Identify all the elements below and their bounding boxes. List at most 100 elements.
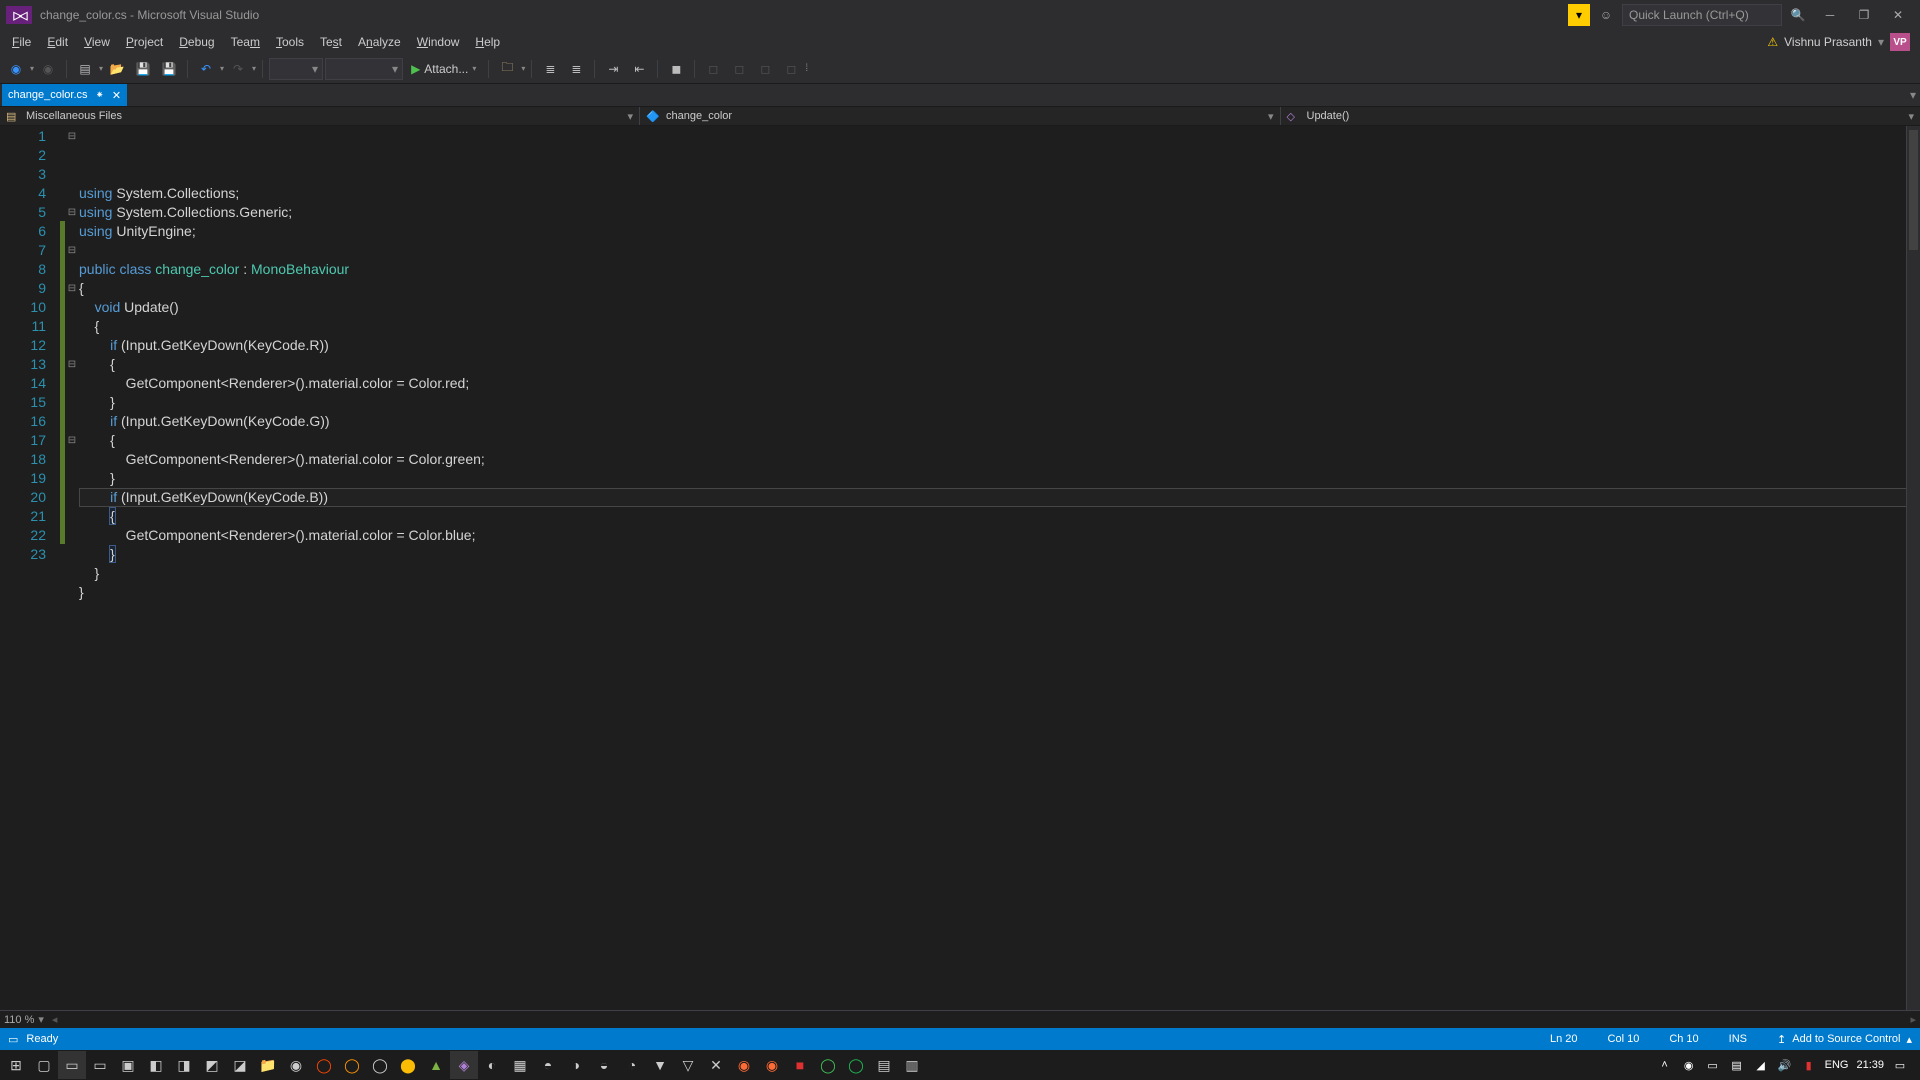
action-center-icon[interactable]: ▭ <box>1892 1059 1908 1072</box>
taskbar-app[interactable]: ◓ <box>534 1051 562 1079</box>
battery-icon[interactable]: ▮ <box>1801 1059 1817 1072</box>
taskbar-app[interactable]: ◯ <box>814 1051 842 1079</box>
new-project-button[interactable]: ▤ <box>73 57 97 81</box>
wifi-icon[interactable]: ◢ <box>1753 1059 1769 1072</box>
taskbar-app[interactable]: ▥ <box>898 1051 926 1079</box>
taskbar-app[interactable]: ⬤ <box>394 1051 422 1079</box>
taskbar-app[interactable]: ◩ <box>198 1051 226 1079</box>
menu-analyze[interactable]: Analyze <box>350 33 409 51</box>
taskbar-app[interactable]: ◒ <box>590 1051 618 1079</box>
menu-edit[interactable]: Edit <box>39 33 76 51</box>
uncomment-button[interactable]: ≣ <box>564 57 588 81</box>
taskbar-app[interactable]: ✕ <box>702 1051 730 1079</box>
zoom-dd-icon[interactable]: ▾ <box>38 1013 44 1026</box>
maximize-button[interactable]: ❐ <box>1848 2 1880 28</box>
redo-dd-icon[interactable]: ▾ <box>252 64 256 73</box>
code-content[interactable]: using System.Collections;using System.Co… <box>79 126 1920 1010</box>
document-tab[interactable]: change_color.cs ⁕ ✕ <box>2 84 127 106</box>
source-control-button[interactable]: Add to Source Control <box>1792 1033 1900 1045</box>
new-project-dd-icon[interactable]: ▾ <box>99 64 103 73</box>
taskbar-app[interactable]: ◉ <box>282 1051 310 1079</box>
menu-tools[interactable]: Tools <box>268 33 312 51</box>
nav-class-combo[interactable]: 🔷 change_color ▾ <box>640 107 1281 125</box>
taskbar-app[interactable]: ◔ <box>618 1051 646 1079</box>
save-all-button[interactable]: 💾 <box>157 57 181 81</box>
redo-button[interactable]: ↷ <box>226 57 250 81</box>
taskbar-app[interactable]: ▲ <box>422 1051 450 1079</box>
tab-close-button[interactable]: ✕ <box>112 89 121 102</box>
task-view-button[interactable]: ▢ <box>30 1051 58 1079</box>
tray-icon[interactable]: ▭ <box>1705 1059 1721 1072</box>
publish-icon[interactable]: ↥ <box>1777 1033 1786 1046</box>
prev-bookmark-button[interactable]: ◻ <box>727 57 751 81</box>
indent-button[interactable]: ⇥ <box>601 57 625 81</box>
nav-forward-button[interactable]: ◉ <box>36 57 60 81</box>
warning-icon[interactable]: ⚠ <box>1767 35 1778 49</box>
toolbar-overflow-icon[interactable]: ⁞ <box>805 63 808 74</box>
minimize-button[interactable]: ─ <box>1814 2 1846 28</box>
vertical-scrollbar[interactable]: ↕ <box>1906 126 1920 1010</box>
menu-file[interactable]: File <box>4 33 39 51</box>
nav-back-dd-icon[interactable]: ▾ <box>30 64 34 73</box>
taskbar-app[interactable]: ◪ <box>226 1051 254 1079</box>
taskbar-app[interactable]: ◯ <box>338 1051 366 1079</box>
next-bookmark-button[interactable]: ◻ <box>753 57 777 81</box>
taskbar-app[interactable]: ◯ <box>310 1051 338 1079</box>
menu-test[interactable]: Test <box>312 33 350 51</box>
taskbar-app[interactable]: ◉ <box>758 1051 786 1079</box>
close-button[interactable]: ✕ <box>1882 2 1914 28</box>
outlining-margin[interactable]: ⊟⊟⊟⊟⊟⊟ <box>65 126 79 1010</box>
scc-dd-icon[interactable]: ▴ <box>1906 1033 1912 1046</box>
tray-clock[interactable]: 21:39 <box>1856 1059 1884 1071</box>
nav-back-button[interactable]: ◉ <box>4 57 28 81</box>
comment-button[interactable]: ≣ <box>538 57 562 81</box>
menu-debug[interactable]: Debug <box>171 33 222 51</box>
solution-config-combo[interactable]: ▾ <box>269 58 323 80</box>
menu-view[interactable]: View <box>76 33 118 51</box>
menu-window[interactable]: Window <box>409 33 468 51</box>
save-button[interactable]: 💾 <box>131 57 155 81</box>
taskbar-app[interactable]: ■ <box>786 1051 814 1079</box>
tray-icon[interactable]: ▤ <box>1729 1059 1745 1072</box>
feedback-button[interactable]: ☺ <box>1592 4 1620 26</box>
start-button[interactable]: ⊞ <box>2 1051 30 1079</box>
taskbar-app[interactable]: ◐ <box>478 1051 506 1079</box>
taskbar-app[interactable]: ▭ <box>58 1051 86 1079</box>
taskbar-app[interactable]: ▤ <box>870 1051 898 1079</box>
tray-chevron-icon[interactable]: ˄ <box>1657 1059 1673 1071</box>
menu-team[interactable]: Team <box>223 33 268 51</box>
taskbar-app[interactable]: ▽ <box>674 1051 702 1079</box>
find-dd-icon[interactable]: ▾ <box>521 64 525 73</box>
nav-member-combo[interactable]: ◇ Update() ▾ <box>1281 107 1920 125</box>
taskbar-app[interactable]: ◯ <box>842 1051 870 1079</box>
outdent-button[interactable]: ⇤ <box>627 57 651 81</box>
taskbar-app[interactable]: 📁 <box>254 1051 282 1079</box>
notifications-button[interactable]: ▾ <box>1568 4 1590 26</box>
bookmark-button[interactable]: ◼ <box>664 57 688 81</box>
menu-help[interactable]: Help <box>467 33 508 51</box>
h-scroll-left-icon[interactable]: ◂ <box>52 1013 58 1026</box>
zoom-level[interactable]: 110 % <box>4 1014 34 1026</box>
user-dropdown-icon[interactable]: ▾ <box>1878 35 1884 49</box>
open-file-button[interactable]: 📂 <box>105 57 129 81</box>
clear-bookmarks-button[interactable]: ◻ <box>779 57 803 81</box>
tray-icon[interactable]: ◉ <box>1681 1059 1697 1072</box>
quick-launch-input[interactable]: Quick Launch (Ctrl+Q) <box>1622 4 1782 26</box>
volume-icon[interactable]: 🔊 <box>1777 1059 1793 1072</box>
taskbar-app[interactable]: ◯ <box>366 1051 394 1079</box>
search-icon[interactable]: 🔍 <box>1784 4 1812 26</box>
find-in-files-button[interactable]: 🗀 <box>495 57 519 81</box>
taskbar-app[interactable]: ◨ <box>170 1051 198 1079</box>
toggle-bookmark-button[interactable]: ◻ <box>701 57 725 81</box>
taskbar-app[interactable]: ◑ <box>562 1051 590 1079</box>
attach-button[interactable]: ▶ Attach... ▾ <box>405 58 482 80</box>
user-avatar[interactable]: VP <box>1890 33 1910 51</box>
undo-dd-icon[interactable]: ▾ <box>220 64 224 73</box>
taskbar-visual-studio[interactable]: ◈ <box>450 1051 478 1079</box>
taskbar-app[interactable]: ◉ <box>730 1051 758 1079</box>
solution-platform-combo[interactable]: ▾ <box>325 58 403 80</box>
menu-project[interactable]: Project <box>118 33 171 51</box>
tab-scroll-button[interactable]: ▾ <box>1906 84 1920 106</box>
h-scroll-right-icon[interactable]: ▸ <box>1910 1013 1916 1026</box>
tray-language[interactable]: ENG <box>1825 1059 1849 1071</box>
